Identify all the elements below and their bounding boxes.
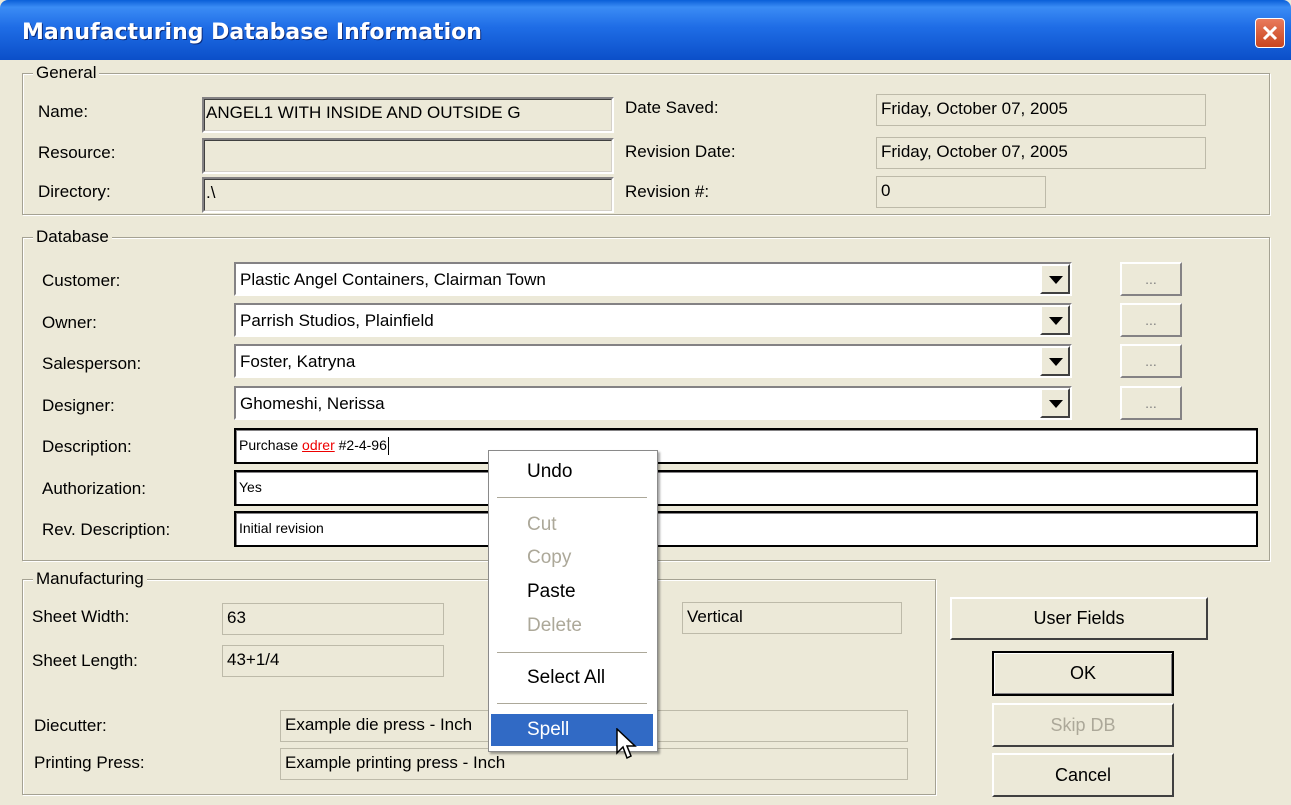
menu-item-undo[interactable]: Undo [491, 456, 653, 488]
salesperson-value: Foster, Katryna [240, 352, 356, 371]
rev-description-label: Rev. Description: [42, 520, 171, 539]
salesperson-label: Salesperson: [42, 354, 142, 373]
name-label: Name: [38, 102, 89, 121]
customer-combo[interactable]: Plastic Angel Containers, Clairman Town [234, 262, 1072, 296]
salesperson-combo[interactable]: Foster, Katryna [234, 344, 1072, 378]
directory-field[interactable]: .\ [202, 177, 614, 213]
sheet-length-field: 43+1/4 [222, 645, 444, 677]
designer-value: Ghomeshi, Nerissa [240, 394, 385, 413]
chevron-down-icon[interactable] [1040, 388, 1070, 418]
close-icon [1262, 25, 1278, 41]
description-label: Description: [42, 437, 132, 456]
manufacturing-legend: Manufacturing [33, 569, 147, 589]
revision-date-field: Friday, October 07, 2005 [876, 137, 1206, 169]
description-field[interactable]: Purchase odrer #2-4-96 [234, 428, 1258, 464]
date-saved-field: Friday, October 07, 2005 [876, 94, 1206, 126]
menu-separator [497, 497, 647, 498]
directory-label: Directory: [38, 182, 111, 201]
cancel-button[interactable]: Cancel [992, 753, 1174, 797]
authorization-value: Yes [239, 479, 262, 495]
general-legend: General [33, 63, 100, 83]
chevron-down-icon[interactable] [1040, 305, 1070, 335]
mouse-cursor-icon [616, 728, 637, 760]
dialog-window: Manufacturing Database Information Gener… [0, 0, 1291, 805]
user-fields-button[interactable]: User Fields [950, 597, 1208, 640]
window-title: Manufacturing Database Information [22, 20, 482, 45]
text-caret [387, 437, 389, 456]
sheet-length-label: Sheet Length: [32, 651, 138, 670]
description-text: Purchase odrer #2-4-96 [239, 437, 389, 456]
menu-item-select-all[interactable]: Select All [491, 662, 653, 694]
authorization-field[interactable]: Yes [234, 470, 1258, 506]
sheet-width-field: 63 [222, 603, 444, 635]
salesperson-browse-button[interactable]: ... [1120, 344, 1182, 378]
printing-press-label: Printing Press: [34, 753, 145, 772]
designer-combo[interactable]: Ghomeshi, Nerissa [234, 386, 1072, 420]
customer-browse-button[interactable]: ... [1120, 262, 1182, 296]
owner-label: Owner: [42, 313, 97, 332]
designer-label: Designer: [42, 396, 115, 415]
database-legend: Database [33, 227, 112, 247]
customer-label: Customer: [42, 271, 121, 290]
chevron-down-icon[interactable] [1040, 346, 1070, 376]
designer-browse-button[interactable]: ... [1120, 386, 1182, 420]
sheet-width-label: Sheet Width: [32, 607, 130, 626]
menu-item-copy: Copy [527, 547, 572, 568]
diecutter-label: Diecutter: [34, 716, 107, 735]
misspelled-word[interactable]: odrer [302, 437, 335, 453]
context-menu: Undo Cut Copy Paste Delete Select All Sp… [488, 450, 658, 752]
menu-item-paste[interactable]: Paste [491, 576, 653, 608]
revision-date-label: Revision Date: [625, 142, 736, 161]
revision-num-label: Revision #: [625, 182, 710, 201]
menu-item-cut: Cut [527, 514, 557, 535]
menu-separator [497, 703, 647, 704]
resource-field[interactable] [202, 138, 614, 174]
owner-browse-button[interactable]: ... [1120, 303, 1182, 337]
ok-button[interactable]: OK [992, 651, 1174, 696]
chevron-down-icon[interactable] [1040, 264, 1070, 294]
revision-num-field: 0 [876, 176, 1046, 208]
customer-value: Plastic Angel Containers, Clairman Town [240, 270, 546, 289]
authorization-label: Authorization: [42, 479, 146, 498]
owner-value: Parrish Studios, Plainfield [240, 311, 434, 330]
title-bar[interactable]: Manufacturing Database Information [0, 0, 1291, 60]
rev-description-field[interactable]: Initial revision [234, 511, 1258, 547]
resource-label: Resource: [38, 143, 116, 162]
skip-db-button: Skip DB [992, 703, 1174, 747]
menu-item-delete: Delete [527, 615, 582, 636]
owner-combo[interactable]: Parrish Studios, Plainfield [234, 303, 1072, 337]
rev-description-value: Initial revision [239, 520, 324, 536]
close-button[interactable] [1255, 18, 1285, 48]
date-saved-label: Date Saved: [625, 98, 719, 117]
grain-field: Vertical [682, 602, 902, 634]
name-field[interactable]: ANGEL1 WITH INSIDE AND OUTSIDE G [202, 97, 614, 133]
printing-press-field: Example printing press - Inch [280, 748, 908, 780]
menu-separator [497, 652, 647, 653]
